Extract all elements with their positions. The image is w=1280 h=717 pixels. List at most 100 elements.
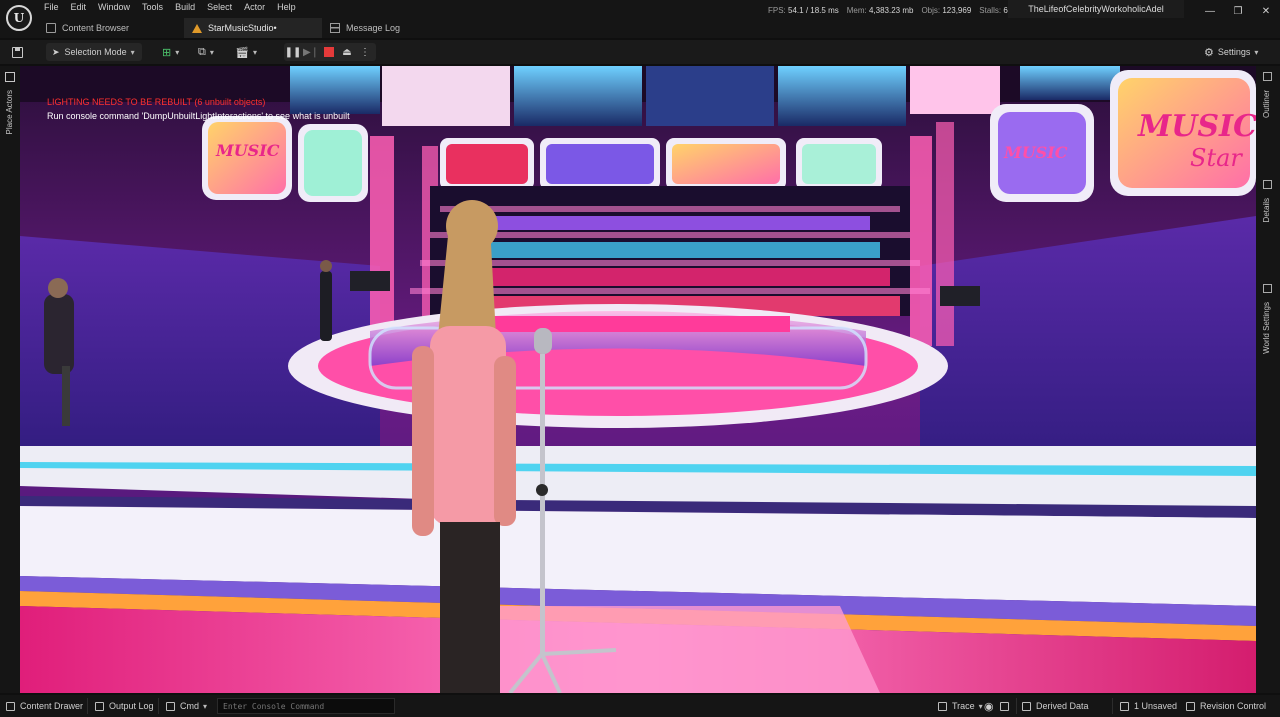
content-drawer-button[interactable]: Content Drawer — [6, 695, 83, 717]
content-drawer-icon — [6, 701, 15, 711]
gear-icon: ⚙ — [1204, 46, 1214, 59]
menu-bar: File Edit Window Tools Build Select Acto… — [38, 0, 302, 16]
tab-place-actors[interactable]: Place Actors — [5, 90, 14, 134]
eject-button[interactable]: ⏏ — [338, 43, 356, 61]
details-icon — [1263, 180, 1272, 189]
derived-data-icon — [1022, 701, 1031, 711]
chevron-down-icon: ▾ — [203, 701, 208, 711]
menu-file[interactable]: File — [38, 0, 65, 16]
revision-control-label: Revision Control — [1200, 701, 1267, 711]
screenshot-button[interactable] — [1000, 695, 1014, 717]
star-sign-text: Star — [1190, 144, 1243, 172]
menu-help[interactable]: Help — [271, 0, 302, 16]
menu-tools[interactable]: Tools — [136, 0, 169, 16]
pause-button[interactable]: ❚❚ — [284, 43, 302, 61]
stalls-stat: Stalls: 6 — [979, 6, 1008, 15]
trace-label: Trace — [952, 701, 975, 711]
unsaved-icon — [1120, 701, 1129, 711]
fps-stat: FPS: 54.1 / 18.5 ms — [768, 6, 839, 15]
tab-label: Message Log — [346, 23, 401, 33]
level-viewport[interactable]: MUSIC Star MUSIC MUSIC LIGHTING NEEDS TO… — [20, 66, 1256, 693]
title-bar: U File Edit Window Tools Build Select Ac… — [0, 0, 1280, 38]
tab-details[interactable]: Details — [1262, 198, 1271, 222]
play-controls: ❚❚ ▶❘ ⏏ ⋮ — [284, 43, 376, 61]
restore-button[interactable]: ❐ — [1224, 0, 1252, 22]
chevron-down-icon: ▾ — [1254, 47, 1259, 57]
objs-stat: Objs: 123,969 — [921, 6, 972, 15]
music-sign-text: MUSIC — [1137, 109, 1256, 144]
settings-label: Settings — [1217, 47, 1251, 57]
menu-build[interactable]: Build — [169, 0, 201, 16]
menu-edit[interactable]: Edit — [65, 0, 93, 16]
settings-button[interactable]: ⚙ Settings ▾ — [1204, 43, 1272, 61]
mem-stat: Mem: 4,383.23 mb — [846, 6, 914, 15]
tab-label: Content Browser — [62, 23, 130, 33]
revision-control-button[interactable]: Revision Control — [1186, 695, 1266, 717]
level-icon — [192, 23, 202, 33]
step-frame-button[interactable]: ▶❘ — [302, 43, 320, 61]
add-cube-icon: ⊞ — [162, 46, 172, 59]
place-actors-icon — [5, 72, 15, 82]
cmd-label: Cmd — [180, 701, 200, 711]
project-name: TheLifeofCelebrityWorkoholicAdel — [1008, 0, 1184, 18]
quick-add-button[interactable]: ⊞ ▾ — [162, 43, 190, 61]
lighting-warning: LIGHTING NEEDS TO BE REBUILT (6 unbuilt … — [47, 97, 266, 107]
menu-select[interactable]: Select — [201, 0, 238, 16]
chevron-down-icon: ▾ — [130, 47, 135, 57]
right-side-panel: Outliner Details World Settings — [1256, 66, 1280, 693]
derived-data-button[interactable]: Derived Data — [1022, 695, 1089, 717]
tab-star-music-studio[interactable]: StarMusicStudio• — [184, 18, 322, 38]
folder-icon — [46, 23, 56, 33]
world-settings-icon — [1263, 284, 1272, 293]
chevron-down-icon: ▾ — [978, 701, 983, 711]
save-button[interactable] — [8, 43, 26, 61]
selection-mode-dropdown[interactable]: ➤ Selection Mode ▾ — [46, 43, 142, 61]
record-button[interactable]: ◉ — [984, 695, 994, 717]
output-log-label: Output Log — [109, 701, 154, 711]
output-log-button[interactable]: Output Log — [95, 695, 154, 717]
content-drawer-label: Content Drawer — [20, 701, 84, 711]
step-icon: ▶❘ — [302, 46, 320, 58]
trace-icon — [938, 701, 947, 711]
blueprint-icon: ⧉ — [198, 45, 206, 58]
unreal-logo[interactable]: U — [6, 5, 32, 31]
tab-world-settings[interactable]: World Settings — [1262, 302, 1271, 354]
stop-button[interactable] — [320, 43, 338, 61]
status-bar: Content Drawer Output Log Cmd ▾ Trace ▾ … — [0, 695, 1280, 717]
trace-dropdown[interactable]: Trace ▾ — [938, 695, 983, 717]
play-options-button[interactable]: ⋮ — [356, 43, 374, 61]
minimize-button[interactable]: — — [1196, 0, 1224, 22]
revision-control-icon — [1186, 701, 1195, 711]
pause-icon: ❚❚ — [284, 46, 302, 58]
tab-message-log[interactable]: Message Log — [322, 18, 422, 38]
cursor-arrow-icon: ➤ — [52, 46, 60, 57]
cmd-dropdown[interactable]: Cmd ▾ — [166, 695, 207, 717]
chevron-down-icon: ▾ — [209, 47, 214, 57]
console-hint: Run console command 'DumpUnbuiltLightInt… — [47, 111, 350, 121]
window-controls: — ❐ ✕ — [1196, 0, 1280, 22]
console-command-input[interactable] — [217, 698, 395, 714]
unsaved-button[interactable]: 1 Unsaved — [1120, 695, 1177, 717]
eject-icon: ⏏ — [342, 46, 352, 58]
selection-mode-label: Selection Mode — [64, 47, 127, 57]
message-log-icon — [330, 23, 340, 33]
main-toolbar: ➤ Selection Mode ▾ ⊞ ▾ ⧉ ▾ 🎬︎ ▾ ❚❚ ▶❘ ⏏ … — [0, 40, 1280, 64]
music-sign-text-right: MUSIC — [1003, 143, 1068, 162]
editor-tabs: Content Browser StarMusicStudio• Message… — [38, 18, 422, 38]
more-vertical-icon: ⋮ — [360, 46, 370, 58]
cinematics-button[interactable]: 🎬︎ ▾ — [235, 43, 263, 61]
performance-stats: FPS: 54.1 / 18.5 ms Mem: 4,383.23 mb Obj… — [768, 6, 1008, 15]
close-button[interactable]: ✕ — [1252, 0, 1280, 22]
tab-label: StarMusicStudio• — [208, 23, 277, 33]
studio-scene: MUSIC Star MUSIC MUSIC — [20, 66, 1256, 693]
tab-outliner[interactable]: Outliner — [1262, 90, 1271, 118]
blueprints-button[interactable]: ⧉ ▾ — [198, 43, 226, 61]
output-log-icon — [95, 701, 104, 711]
music-sign-text-left: MUSIC — [215, 141, 280, 160]
unsaved-label: 1 Unsaved — [1134, 701, 1178, 711]
menu-actor[interactable]: Actor — [238, 0, 271, 16]
chevron-down-icon: ▾ — [252, 47, 257, 57]
menu-window[interactable]: Window — [92, 0, 136, 16]
tab-content-browser[interactable]: Content Browser — [38, 18, 184, 38]
camera-icon — [1000, 701, 1009, 711]
